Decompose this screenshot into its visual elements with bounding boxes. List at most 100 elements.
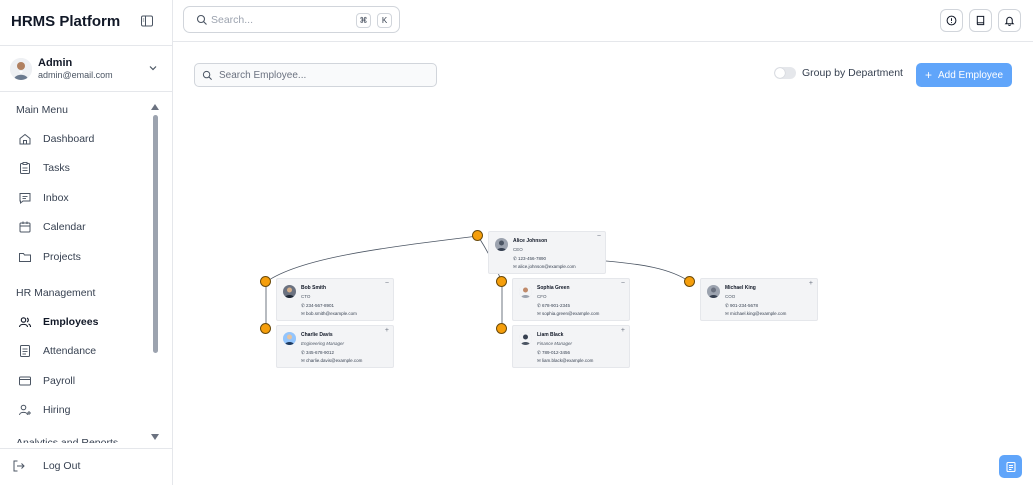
logout-icon <box>13 460 25 472</box>
connection-handle-cfo[interactable] <box>496 276 507 287</box>
scroll-up-icon[interactable] <box>151 104 159 110</box>
person-avatar-icon <box>283 332 296 345</box>
org-node-ceo[interactable]: Alice Johnson CEO ✆ 123-456-7890 ✉ alice… <box>488 231 606 274</box>
phone-value: 234-567-8901 <box>306 303 335 308</box>
user-menu[interactable]: Admin admin@email.com <box>10 55 162 87</box>
connection-handle-coo[interactable] <box>684 276 695 287</box>
sidebar-item-inbox[interactable]: Inbox <box>18 187 148 209</box>
person-avatar-icon <box>707 285 720 298</box>
avatar <box>495 238 508 251</box>
connection-handle-engineering-manager[interactable] <box>260 323 271 334</box>
shortcut-key-k: K <box>377 13 392 28</box>
divider <box>0 45 172 46</box>
employee-role: CEO <box>513 247 523 252</box>
connection-handle-ceo[interactable] <box>472 230 483 241</box>
employee-email: ✉ sophia.green@example.com <box>537 311 600 316</box>
employee-name: Charlie Davis <box>301 332 333 338</box>
user-name: Admin <box>38 57 73 69</box>
employee-email: ✉ bob.smith@example.com <box>301 311 357 316</box>
expand-toggle[interactable]: + <box>621 327 625 334</box>
employee-email: ✉ liam.black@example.com <box>537 358 594 363</box>
toggle-label: Group by Department <box>802 67 903 79</box>
employee-search-input[interactable] <box>219 67 429 84</box>
clipboard-icon <box>20 162 30 174</box>
info-icon <box>946 15 957 26</box>
notifications-button[interactable] <box>998 9 1021 32</box>
brand-title: HRMS Platform <box>11 13 121 30</box>
users-icon <box>18 317 32 328</box>
expand-toggle[interactable]: + <box>809 280 813 287</box>
divider <box>0 448 172 449</box>
org-node-cto[interactable]: Bob Smith CTO ✆ 234-567-8901 ✉ bob.smith… <box>276 278 394 321</box>
employee-phone: ✆ 789-012-3456 <box>537 350 571 355</box>
chevron-down-icon[interactable] <box>148 63 158 73</box>
collapse-toggle[interactable]: − <box>385 280 389 287</box>
collapse-toggle[interactable]: − <box>621 280 625 287</box>
credit-card-icon <box>19 376 31 386</box>
sidebar-item-label: Calendar <box>43 221 86 233</box>
phone-value: 123-456-7890 <box>518 256 547 261</box>
expand-toggle[interactable]: + <box>385 327 389 334</box>
avatar <box>519 332 532 345</box>
user-avatar-icon <box>10 58 32 80</box>
info-button[interactable] <box>940 9 963 32</box>
employee-phone: ✆ 345-678-9012 <box>301 350 335 355</box>
sidebar-item-hiring[interactable]: Hiring <box>18 399 148 421</box>
scroll-down-icon[interactable] <box>151 434 159 440</box>
org-node-coo[interactable]: Michael King COO ✆ 901-234-5678 ✉ michae… <box>700 278 818 321</box>
logout-button[interactable]: Log Out <box>12 459 80 473</box>
connection-handle-finance-manager[interactable] <box>496 323 507 334</box>
org-node-finance-manager[interactable]: Liam Black Finance Manager ✆ 789-012-345… <box>512 325 630 368</box>
employee-role: COO <box>725 294 736 299</box>
phone-value: 678-901-2345 <box>542 303 571 308</box>
org-node-cfo[interactable]: Sophia Green CFO ✆ 678-901-2345 ✉ sophia… <box>512 278 630 321</box>
email-value: liam.black@example.com <box>542 358 594 363</box>
email-value: alice.johnson@example.com <box>518 264 576 269</box>
employee-phone: ✆ 901-234-5678 <box>725 303 759 308</box>
group-by-department-toggle[interactable]: Group by Department <box>774 67 903 79</box>
employee-role: CTO <box>301 294 311 299</box>
avatar <box>707 285 720 298</box>
document-icon <box>20 345 30 357</box>
sidebar-item-label: Hiring <box>43 404 71 416</box>
person-avatar-icon <box>283 285 296 298</box>
email-value: charlie.davis@example.com <box>306 358 363 363</box>
avatar <box>10 58 32 80</box>
search-icon <box>202 70 212 80</box>
sidebar-scrollbar[interactable] <box>153 115 158 353</box>
employee-email: ✉ michael.king@example.com <box>725 311 787 316</box>
bell-icon <box>1004 16 1015 26</box>
employee-role: CFO <box>537 294 547 299</box>
avatar <box>283 285 296 298</box>
toggle-switch[interactable] <box>774 67 796 79</box>
sidebar-item-calendar[interactable]: Calendar <box>18 216 148 238</box>
sidebar-item-projects[interactable]: Projects <box>18 246 148 268</box>
sidebar-toggle-icon[interactable] <box>140 14 154 28</box>
avatar <box>519 285 532 298</box>
employee-name: Liam Black <box>537 332 564 338</box>
email-value: sophia.green@example.com <box>542 311 600 316</box>
sidebar-item-dashboard[interactable]: Dashboard <box>18 128 148 150</box>
logout-label: Log Out <box>43 460 81 472</box>
employee-name: Sophia Green <box>537 285 570 291</box>
sidebar-item-tasks[interactable]: Tasks <box>18 157 148 179</box>
sidebar-item-attendance[interactable]: Attendance <box>18 340 148 362</box>
org-node-engineering-manager[interactable]: Charlie Davis Engineering Manager ✆ 345-… <box>276 325 394 368</box>
docs-button[interactable] <box>969 9 992 32</box>
home-icon <box>19 133 31 145</box>
add-employee-button[interactable]: + Add Employee <box>916 63 1012 87</box>
employee-name: Alice Johnson <box>513 238 548 244</box>
sidebar-item-label: Projects <box>43 251 81 263</box>
employee-search[interactable] <box>194 63 437 87</box>
employee-phone: ✆ 123-456-7890 <box>513 256 547 261</box>
collapse-toggle[interactable]: − <box>597 233 601 240</box>
global-search-input[interactable]: Search... ⌘ K <box>183 6 400 33</box>
sidebar-item-employees[interactable]: Employees <box>18 311 148 333</box>
connection-handle-cto[interactable] <box>260 276 271 287</box>
topbar: Search... ⌘ K <box>173 0 1033 42</box>
sidebar-item-payroll[interactable]: Payroll <box>18 370 148 392</box>
divider <box>0 91 172 92</box>
sidebar-item-label: Attendance <box>43 345 97 357</box>
email-value: michael.king@example.com <box>730 311 787 316</box>
floating-action-button[interactable] <box>999 455 1022 478</box>
